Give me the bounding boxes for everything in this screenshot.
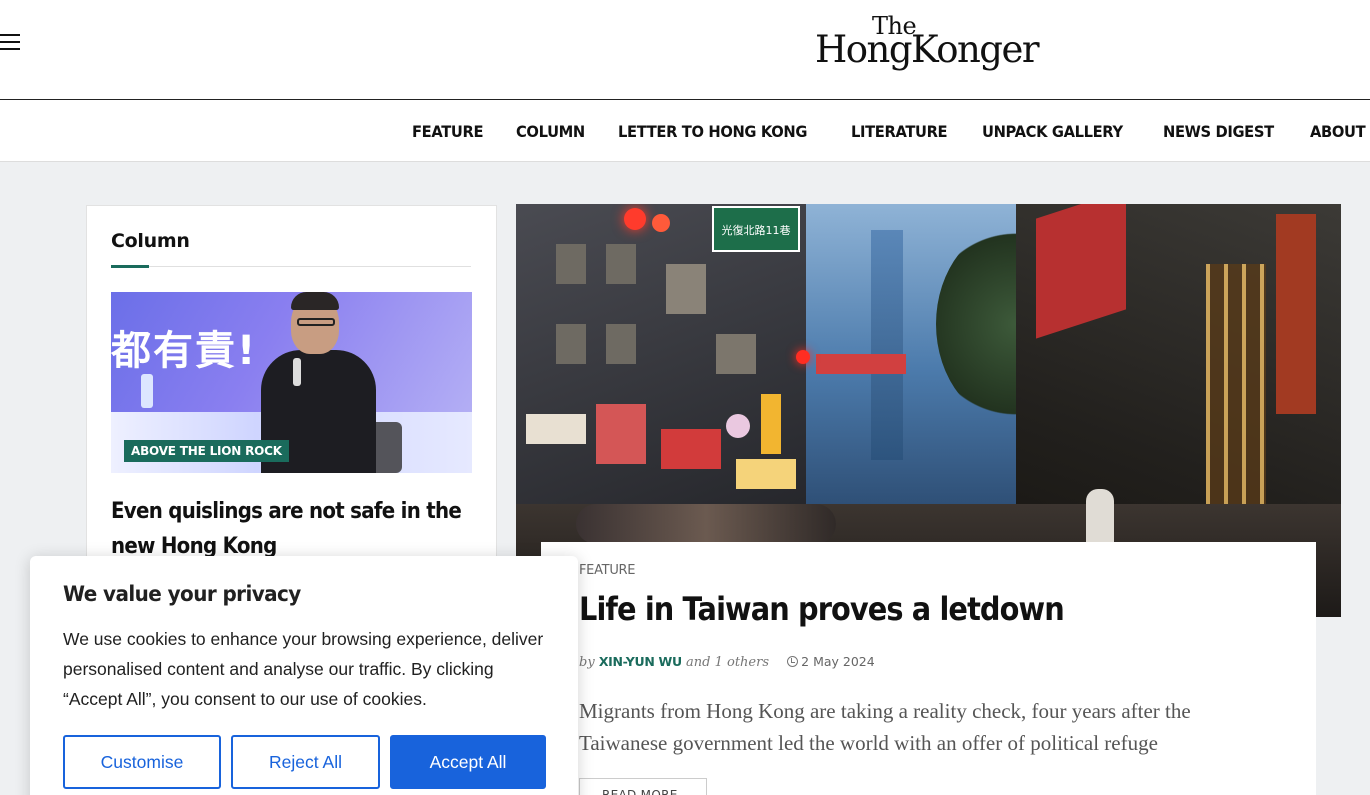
- article-title[interactable]: Life in Taiwan proves a letdown: [579, 590, 1065, 628]
- thumbnail-banner-text: 都有責!: [111, 328, 258, 374]
- column-widget: Column 都有責! ABOVE THE LION ROCK Even qui…: [86, 205, 497, 585]
- site-header: The HongKonger: [0, 0, 1370, 100]
- nav-about[interactable]: ABOUT: [1310, 122, 1366, 141]
- nav-unpack-gallery[interactable]: UNPACK GALLERY: [982, 122, 1123, 141]
- taipei-101-tower: [871, 230, 903, 460]
- main-nav-bar: FEATURE COLUMN LETTER TO HONG KONG LITER…: [0, 100, 1370, 162]
- nav-letter-to-hong-kong[interactable]: LETTER TO HONG KONG: [618, 122, 807, 141]
- cookie-title: We value your privacy: [63, 582, 301, 606]
- water-bottle: [141, 374, 153, 408]
- column-headline[interactable]: Even quislings are not safe in the new H…: [111, 494, 476, 564]
- widget-title: Column: [111, 230, 190, 252]
- widget-divider: [111, 266, 471, 267]
- clock-icon: [787, 656, 799, 667]
- article-excerpt: Migrants from Hong Kong are taking a rea…: [579, 699, 1191, 755]
- street-sign: 光復北路11巷: [712, 206, 800, 252]
- byline-prefix: by: [579, 655, 595, 670]
- widget-divider-accent: [111, 265, 149, 268]
- cookie-body: We use cookies to enhance your browsing …: [63, 629, 544, 709]
- article-date: 2 May 2024: [801, 654, 875, 669]
- article-category[interactable]: FEATURE: [579, 563, 635, 578]
- street-sign-text: 光復北路11巷: [721, 224, 791, 237]
- menu-icon[interactable]: [0, 34, 20, 50]
- nav-news-digest[interactable]: NEWS DIGEST: [1163, 122, 1274, 141]
- byline-others: and 1 others: [686, 655, 769, 670]
- site-logo[interactable]: The HongKonger: [815, 14, 1045, 74]
- nav-feature[interactable]: FEATURE: [412, 122, 484, 141]
- accept-all-button[interactable]: Accept All: [390, 735, 546, 789]
- feature-article-card: FEATURE Life in Taiwan proves a letdown …: [541, 542, 1316, 795]
- author-link[interactable]: XIN-YUN WU: [599, 654, 682, 669]
- nav-column[interactable]: COLUMN: [516, 122, 585, 141]
- column-thumbnail[interactable]: 都有責! ABOVE THE LION ROCK: [111, 292, 472, 473]
- category-badge[interactable]: ABOVE THE LION ROCK: [124, 440, 289, 462]
- customise-button[interactable]: Customise: [63, 735, 221, 789]
- logo-main: HongKonger: [815, 28, 1040, 71]
- read-more-button[interactable]: READ MORE: [579, 778, 707, 795]
- reject-all-button[interactable]: Reject All: [231, 735, 380, 789]
- nav-literature[interactable]: LITERATURE: [851, 122, 948, 141]
- article-meta: by XIN-YUN WU and 1 others 2 May 2024: [579, 654, 875, 670]
- cookie-consent-dialog: We value your privacy We use cookies to …: [30, 556, 578, 795]
- main-nav: FEATURE COLUMN LETTER TO HONG KONG LITER…: [385, 100, 1370, 162]
